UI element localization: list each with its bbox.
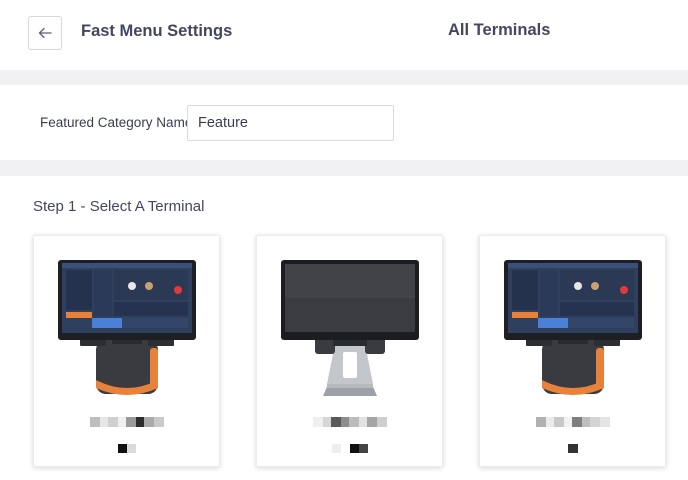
terminal-name-redacted	[535, 417, 610, 427]
category-name-input[interactable]	[187, 105, 394, 141]
terminal-detail-redacted	[567, 444, 578, 453]
terminal-detail-redacted	[331, 444, 368, 453]
terminal-card-2[interactable]	[256, 235, 443, 467]
arrow-left-icon	[38, 27, 52, 39]
terminal-detail-redacted	[117, 444, 136, 453]
terminal-card-3[interactable]	[479, 235, 666, 467]
back-button[interactable]	[28, 16, 62, 50]
category-name-label: Featured Category Name:	[40, 115, 197, 130]
terminal-select-panel: Step 1 - Select A Terminal	[0, 176, 688, 480]
terminals-title: All Terminals	[448, 21, 551, 39]
pos-terminal-dual-screen-image	[504, 260, 642, 395]
page-title: Fast Menu Settings	[81, 22, 233, 40]
terminal-card-1[interactable]	[33, 235, 220, 467]
terminal-name-redacted	[312, 417, 387, 427]
pos-terminal-dual-screen-image	[58, 260, 196, 395]
page-header: Fast Menu Settings All Terminals	[0, 0, 688, 70]
category-name-panel: Featured Category Name:	[0, 85, 688, 160]
pos-terminal-stand-image	[281, 260, 419, 396]
step-title: Step 1 - Select A Terminal	[33, 198, 205, 215]
terminal-name-redacted	[89, 417, 164, 427]
